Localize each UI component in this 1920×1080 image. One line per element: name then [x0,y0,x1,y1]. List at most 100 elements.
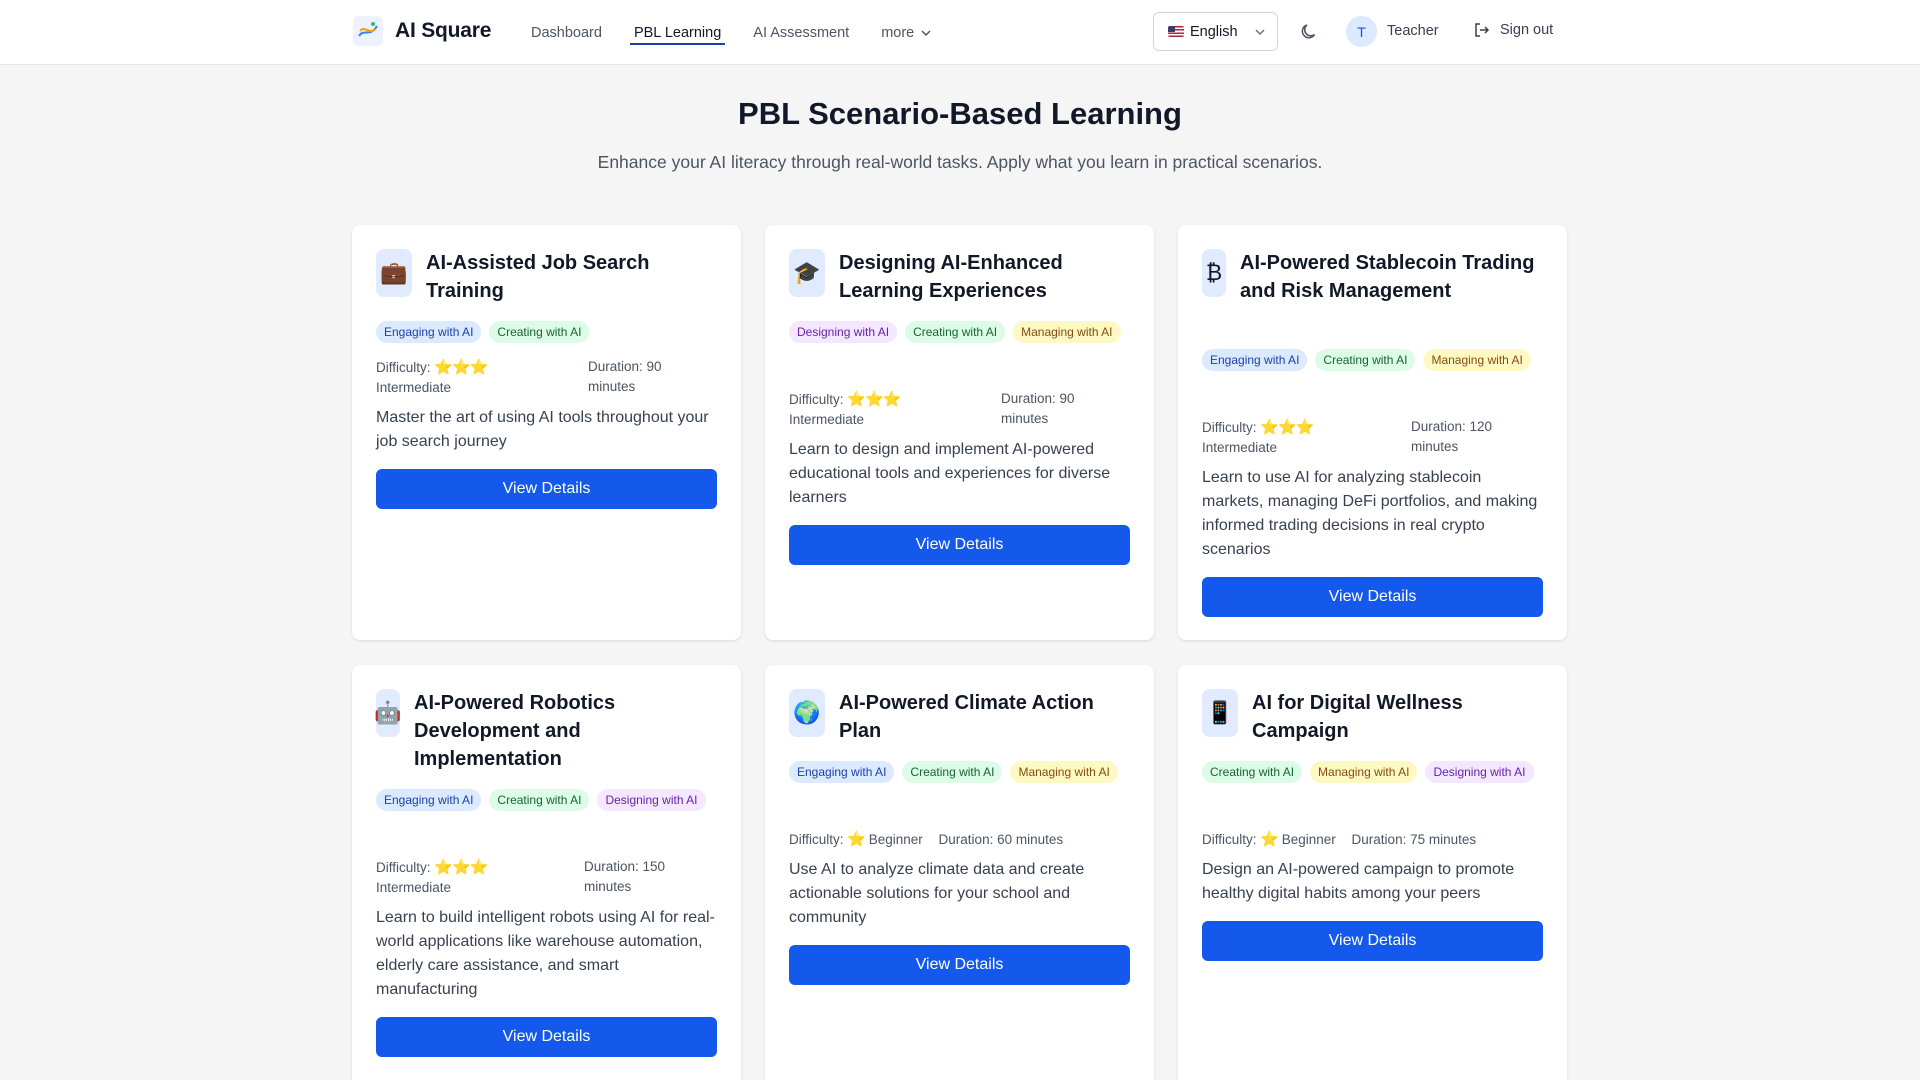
scenario-title: AI for Digital Wellness Campaign [1252,692,1463,742]
difficulty-label: Difficulty: [789,392,844,407]
scenario-meta: Difficulty: ⭐⭐⭐ Intermediate Duration: 1… [1202,417,1543,457]
duration: Duration: 75 minutes [1351,832,1477,847]
tag: Engaging with AI [376,789,482,811]
scenario-description: Design an AI-powered campaign to promote… [1202,861,1515,902]
nav-pbl-learning[interactable]: PBL Learning [629,0,726,65]
scenario-description: Learn to build intelligent robots using … [376,909,715,998]
scenario-card: 🎓 Designing AI-Enhanced Learning Experie… [765,225,1154,640]
top-navbar: AI Square Dashboard PBL Learning AI Asse… [0,0,1920,65]
tag-list: Engaging with AI Creating with AI [376,321,717,343]
scenario-meta: Difficulty: ⭐⭐⭐ Intermediate Duration: 1… [376,857,717,897]
tag: Creating with AI [489,321,590,343]
tag: Managing with AI [1310,761,1418,783]
tag-list: Engaging with AI Creating with AI Managi… [789,761,1130,783]
tag: Engaging with AI [1202,349,1308,371]
user-role: Teacher [1387,23,1439,39]
scenario-meta: Difficulty: ⭐ Beginner Duration: 60 minu… [789,829,1130,849]
difficulty-label: Difficulty: [789,832,844,847]
tag: Managing with AI [1013,321,1121,343]
tag: Creating with AI [1202,761,1303,783]
tag: Designing with AI [1425,761,1534,783]
duration: Duration: 90 minutes [1001,391,1075,426]
page-subtitle: Enhance your AI literacy through real-wo… [597,152,1323,172]
view-details-button[interactable]: View Details [376,1017,717,1057]
nav-dashboard[interactable]: Dashboard [531,0,602,65]
tag: Engaging with AI [376,321,482,343]
scenario-title: Designing AI-Enhanced Learning Experienc… [839,252,1063,302]
us-flag-icon [1168,26,1184,37]
view-details-button[interactable]: View Details [1202,921,1543,961]
tag: Engaging with AI [789,761,895,783]
view-details-button[interactable]: View Details [789,525,1130,565]
logo-text: AI Square [395,19,492,42]
nav-more-label: more [881,24,915,41]
view-details-button[interactable]: View Details [1202,577,1543,617]
chevron-down-icon [921,29,931,36]
scenario-meta: Difficulty: ⭐ Beginner Duration: 75 minu… [1202,829,1543,849]
tag-list: Engaging with AI Creating with AI Design… [376,789,717,811]
tag: Designing with AI [597,789,706,811]
scenario-meta: Difficulty: ⭐⭐⭐ Intermediate Duration: 9… [376,357,717,397]
robot-icon: 🤖 [374,689,402,737]
scenario-description: Learn to use AI for analyzing stablecoin… [1202,469,1538,558]
star-rating-icon: ⭐⭐⭐ [434,858,488,876]
view-details-button[interactable]: View Details [376,469,717,509]
duration: Duration: 90 minutes [588,359,662,394]
difficulty-label: Difficulty: [1202,832,1257,847]
star-rating-icon: ⭐⭐⭐ [434,358,488,376]
duration: Duration: 120 minutes [1411,419,1493,454]
dark-mode-toggle-icon[interactable] [1299,22,1319,42]
scenario-title: AI-Powered Stablecoin Trading and Risk M… [1240,252,1535,302]
tag-list: Engaging with AI Creating with AI Managi… [1202,349,1543,371]
tag: Creating with AI [905,321,1006,343]
scenario-card: 📱 AI for Digital Wellness Campaign Creat… [1178,665,1567,1080]
tag: Designing with AI [789,321,898,343]
bitcoin-icon: ₿ [1202,249,1226,297]
graduation-cap-icon: 🎓 [789,249,825,297]
tag: Managing with AI [1423,349,1531,371]
star-rating-icon: ⭐ [1260,830,1279,848]
tag-list: Creating with AI Managing with AI Design… [1202,761,1543,783]
tag: Managing with AI [1010,761,1118,783]
scenario-card: 🌍 AI-Powered Climate Action Plan Engagin… [765,665,1154,1080]
logo-icon [353,16,383,46]
tag-list: Designing with AI Creating with AI Manag… [789,321,1130,343]
scenario-card: ₿ AI-Powered Stablecoin Trading and Risk… [1178,225,1567,640]
page-title: PBL Scenario-Based Learning [738,96,1182,131]
scenario-title: AI-Assisted Job Search Training [426,252,650,302]
tag: Creating with AI [902,761,1003,783]
difficulty-label: Difficulty: [376,360,431,375]
scenario-description: Learn to design and implement AI-powered… [789,441,1111,506]
star-rating-icon: ⭐ [847,830,866,848]
scenario-description: Use AI to analyze climate data and creat… [789,861,1085,926]
chevron-down-icon [1255,29,1265,36]
globe-icon: 🌍 [789,689,825,737]
scenario-title: AI-Powered Climate Action Plan [839,692,1094,742]
briefcase-icon: 💼 [376,249,412,297]
scenario-meta: Difficulty: ⭐⭐⭐ Intermediate Duration: 9… [789,389,1130,429]
difficulty-level: Intermediate [789,412,865,427]
main-nav: Dashboard PBL Learning AI Assessment mor… [531,0,932,65]
scenario-description: Master the art of using AI tools through… [376,409,709,450]
logo[interactable]: AI Square [353,16,491,46]
difficulty-level: Intermediate [376,880,452,895]
nav-more-dropdown[interactable]: more [881,0,932,65]
view-details-button[interactable]: View Details [789,945,1130,985]
duration: Duration: 150 minutes [584,859,666,894]
scenario-title: AI-Powered Robotics Development and Impl… [414,692,616,770]
difficulty-level: Beginner [1281,832,1336,847]
sign-out-button[interactable]: Sign out [1473,21,1553,39]
difficulty-label: Difficulty: [376,860,431,875]
language-select[interactable]: English [1153,12,1278,51]
tag: Creating with AI [489,789,590,811]
sign-out-icon [1475,23,1490,37]
difficulty-label: Difficulty: [1202,420,1257,435]
duration: Duration: 60 minutes [938,832,1064,847]
language-label: English [1190,23,1238,40]
avatar[interactable]: T [1346,16,1377,47]
star-rating-icon: ⭐⭐⭐ [847,390,901,408]
difficulty-level: Beginner [868,832,923,847]
mobile-phone-icon: 📱 [1202,689,1238,737]
scenario-card: 🤖 AI-Powered Robotics Development and Im… [352,665,741,1080]
nav-ai-assessment[interactable]: AI Assessment [753,0,849,65]
